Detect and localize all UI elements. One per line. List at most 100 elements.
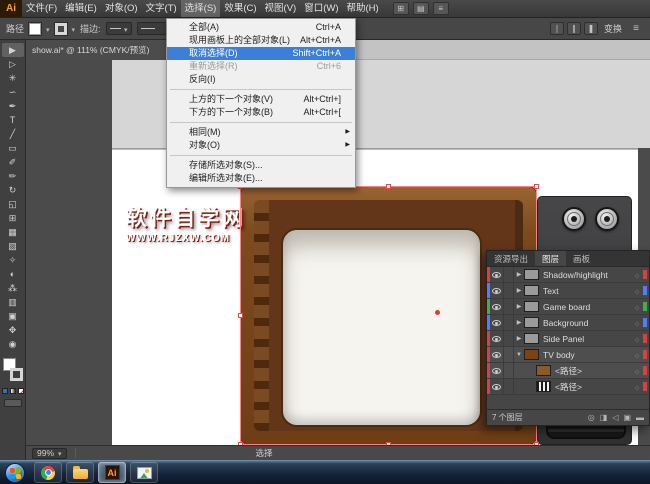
layer-name[interactable]: Shadow/highlight: [543, 270, 631, 280]
tv-knob-icon[interactable]: [562, 207, 586, 231]
fill-color-swatch[interactable]: [29, 23, 41, 35]
menubar-item[interactable]: 文件(F): [22, 0, 61, 17]
visibility-toggle[interactable]: [490, 283, 504, 298]
layer-row[interactable]: ▶ Side Panel: [487, 331, 649, 347]
lock-toggle[interactable]: [504, 299, 514, 314]
start-button[interactable]: [5, 463, 25, 483]
transform-button[interactable]: 变换: [604, 22, 622, 35]
lock-toggle[interactable]: [504, 283, 514, 298]
delete-layer-icon[interactable]: ▬: [636, 413, 644, 422]
menubar-item[interactable]: 效果(C): [220, 0, 260, 17]
menu-item[interactable]: 下方的下一个对象(B) Alt+Ctrl+[: [167, 106, 355, 119]
menu-item[interactable]: 现用画板上的全部对象(L) Alt+Ctrl+A: [167, 34, 355, 47]
line-segment-tool[interactable]: ╱: [2, 127, 24, 141]
panel-tab[interactable]: 图层: [535, 251, 566, 266]
expand-arrow-icon[interactable]: ▶: [514, 303, 524, 310]
layer-name[interactable]: Text: [543, 286, 631, 296]
menu-item[interactable]: [167, 119, 355, 126]
fill-dropdown-arrow-icon[interactable]: [46, 24, 50, 34]
menubar-item[interactable]: 帮助(H): [343, 0, 383, 17]
target-circle-icon[interactable]: [631, 318, 643, 328]
menu-item[interactable]: 重新选择(R) Ctrl+6: [167, 60, 355, 73]
taskbar-illustrator-button[interactable]: Ai: [98, 462, 126, 483]
layer-row[interactable]: ▶ Shadow/highlight: [487, 267, 649, 283]
visibility-toggle[interactable]: [490, 363, 504, 378]
rectangle-tool[interactable]: ▭: [2, 141, 24, 155]
workspace-icon[interactable]: ▤: [413, 2, 429, 15]
new-sublayer-icon[interactable]: ◁: [612, 413, 618, 422]
align-horizontal-icon[interactable]: ❘: [550, 22, 564, 35]
document-tab[interactable]: show.ai* @ 111% (CMYK/预览): [26, 40, 174, 60]
layer-row[interactable]: ▶ Game board: [487, 299, 649, 315]
menubar-item[interactable]: 编辑(E): [61, 0, 101, 17]
layer-name[interactable]: Side Panel: [543, 334, 631, 344]
taskbar-chrome-button[interactable]: [34, 462, 62, 483]
blend-tool[interactable]: ◐: [2, 267, 24, 281]
lasso-tool[interactable]: ∽: [2, 85, 24, 99]
gradient-tool[interactable]: ▧: [2, 239, 24, 253]
menu-item[interactable]: 相同(M) ▶: [167, 126, 355, 139]
menubar-item[interactable]: 视图(V): [261, 0, 301, 17]
target-circle-icon[interactable]: [631, 366, 643, 376]
type-tool[interactable]: T: [2, 113, 24, 127]
expand-arrow-icon[interactable]: ▼: [514, 352, 524, 358]
layer-row[interactable]: ▼ TV body: [487, 347, 649, 363]
layer-row[interactable]: <路径>: [487, 363, 649, 379]
scale-tool[interactable]: ◱: [2, 197, 24, 211]
menu-item[interactable]: 取消选择(D) Shift+Ctrl+A: [167, 47, 355, 60]
anchor-point[interactable]: [435, 310, 440, 315]
expand-arrow-icon[interactable]: ▶: [514, 319, 524, 326]
layer-name[interactable]: <路径>: [555, 365, 631, 377]
arrange-documents-icon[interactable]: ⊞: [393, 2, 409, 15]
menubar-item[interactable]: 选择(S): [181, 0, 221, 17]
expand-arrow-icon[interactable]: ▶: [514, 335, 524, 342]
selection-handle[interactable]: [386, 184, 391, 189]
menu-item[interactable]: 对象(O) ▶: [167, 139, 355, 152]
cs-services-icon[interactable]: ≡: [433, 2, 449, 15]
expand-arrow-icon[interactable]: ▶: [514, 271, 524, 278]
layer-row[interactable]: <路径>: [487, 379, 649, 395]
pencil-tool[interactable]: ✏: [2, 169, 24, 183]
target-circle-icon[interactable]: [631, 334, 643, 344]
hand-tool[interactable]: ✥: [2, 323, 24, 337]
screen-mode-button[interactable]: [4, 399, 22, 407]
fill-stroke-swatches[interactable]: [2, 357, 24, 385]
align-vertical-icon[interactable]: ❚: [584, 22, 598, 35]
lock-toggle[interactable]: [504, 363, 514, 378]
selection-tool[interactable]: ▶: [2, 43, 24, 57]
lock-toggle[interactable]: [504, 315, 514, 330]
visibility-toggle[interactable]: [490, 267, 504, 282]
pen-tool[interactable]: ✒: [2, 99, 24, 113]
mesh-tool[interactable]: ▦: [2, 225, 24, 239]
column-graph-tool[interactable]: ▥: [2, 295, 24, 309]
target-circle-icon[interactable]: [631, 270, 643, 280]
paintbrush-tool[interactable]: ✐: [2, 155, 24, 169]
target-circle-icon[interactable]: [631, 286, 643, 296]
visibility-toggle[interactable]: [490, 299, 504, 314]
stroke-color-swatch[interactable]: [55, 23, 67, 35]
tv-knob-icon[interactable]: [595, 207, 619, 231]
gradient-mode-icon[interactable]: [10, 388, 16, 394]
control-panel-menu-icon[interactable]: ≡: [628, 23, 644, 34]
panel-tab[interactable]: 资源导出: [487, 251, 535, 266]
visibility-toggle[interactable]: [490, 315, 504, 330]
lock-toggle[interactable]: [504, 347, 514, 362]
stroke-width-select[interactable]: [106, 22, 132, 35]
locate-object-icon[interactable]: ◎: [588, 413, 595, 422]
lock-toggle[interactable]: [504, 379, 514, 394]
taskbar-image-viewer-button[interactable]: [130, 462, 158, 483]
none-mode-icon[interactable]: [18, 388, 24, 394]
menu-item[interactable]: 编辑所选对象(E)...: [167, 172, 355, 185]
zoom-tool[interactable]: ◉: [2, 337, 24, 351]
layer-name[interactable]: Game board: [543, 302, 631, 312]
magic-wand-tool[interactable]: ✳: [2, 71, 24, 85]
visibility-toggle[interactable]: [490, 331, 504, 346]
panel-tab[interactable]: 画板: [566, 251, 597, 266]
artboard-tool[interactable]: ▣: [2, 309, 24, 323]
menubar-item[interactable]: 文字(T): [142, 0, 181, 17]
eyedropper-tool[interactable]: ✧: [2, 253, 24, 267]
rotate-tool[interactable]: ↻: [2, 183, 24, 197]
layer-row[interactable]: ▶ Background: [487, 315, 649, 331]
selection-handle[interactable]: [238, 313, 243, 318]
target-circle-icon[interactable]: [631, 302, 643, 312]
